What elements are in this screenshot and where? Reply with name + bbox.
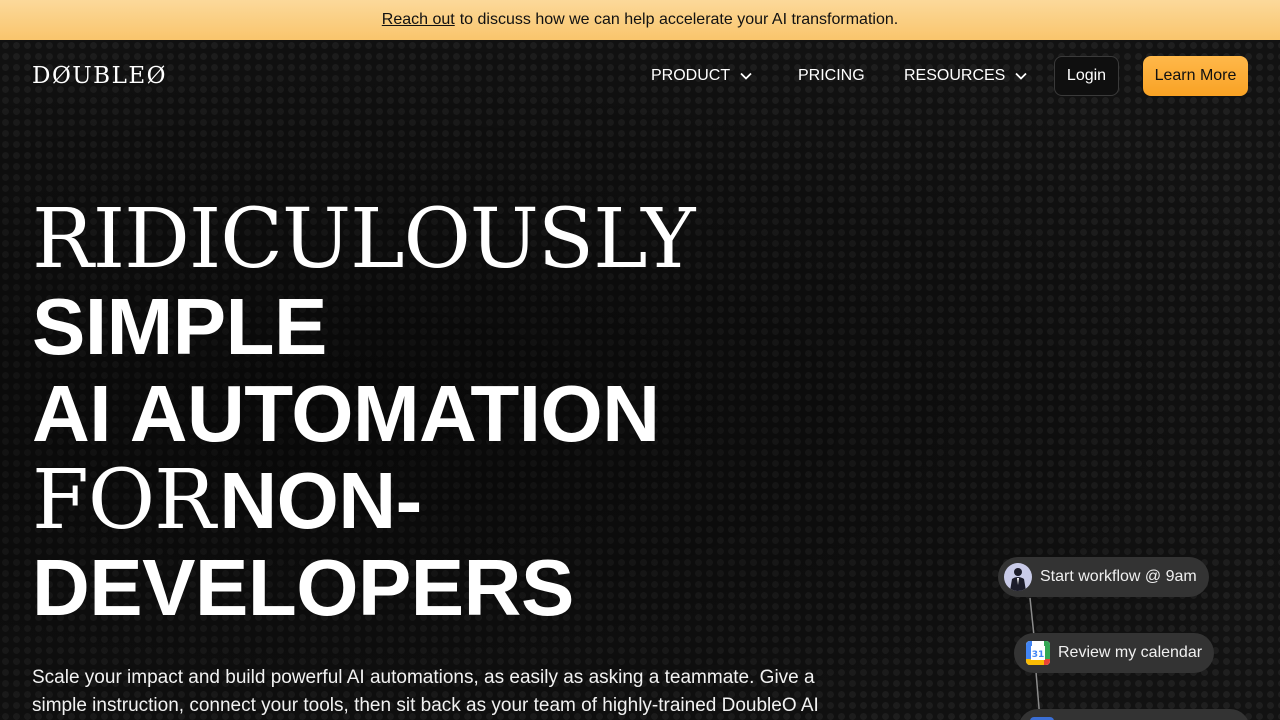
nav-product-label: PRODUCT	[651, 67, 731, 84]
headline-line-4: FOR NON-	[32, 457, 694, 544]
headline-line-3: AI AUTOMATION	[32, 369, 660, 458]
main-nav: PRODUCT PRICING RESOURCES Login Learn Mo…	[0, 56, 1280, 96]
learn-more-button[interactable]: Learn More	[1143, 56, 1248, 96]
nav-resources[interactable]: RESOURCES	[904, 56, 1029, 96]
reach-out-link[interactable]: Reach out	[382, 11, 455, 29]
person-icon	[1010, 568, 1026, 591]
workflow-step-calendar[interactable]: 31 Review my calendar	[1014, 633, 1215, 673]
hero-subtitle: Scale your impact and build powerful AI …	[32, 667, 819, 716]
chevron-down-icon	[1015, 72, 1027, 80]
workflow-step-label: Review my calendar	[1058, 644, 1203, 661]
nav-pricing[interactable]: PRICING	[798, 56, 865, 96]
announcement-text: to discuss how we can help accelerate yo…	[459, 11, 899, 28]
headline-line-1: RIDICULOUSLY	[32, 192, 695, 287]
workflow-step-label: Start workflow @ 9am	[1040, 568, 1197, 585]
headline-line-5: DEVELOPERS	[32, 543, 574, 632]
calendar-number: 31	[1032, 650, 1045, 660]
nav-product[interactable]: PRODUCT	[651, 56, 754, 96]
workflow-step-start[interactable]: Start workflow @ 9am	[998, 557, 1209, 597]
headline-for: FOR	[32, 453, 216, 548]
calendar-icon: 31	[1026, 641, 1050, 665]
headline-line-2: SIMPLE	[32, 282, 327, 371]
hero-headline: RIDICULOUSLY SIMPLE AI AUTOMATION FOR NO…	[32, 192, 695, 632]
headline-non: NON-	[219, 456, 422, 545]
announcement-bar: Reach out to discuss how we can help acc…	[0, 0, 1280, 40]
avatar	[1004, 563, 1032, 591]
login-button[interactable]: Login	[1054, 56, 1119, 96]
nav-resources-label: RESOURCES	[904, 67, 1006, 84]
nav-pricing-label: PRICING	[798, 67, 865, 84]
chevron-down-icon	[740, 72, 752, 80]
workflow-step-next[interactable]	[1018, 709, 1250, 720]
calendar-icon: 31	[1026, 641, 1050, 665]
